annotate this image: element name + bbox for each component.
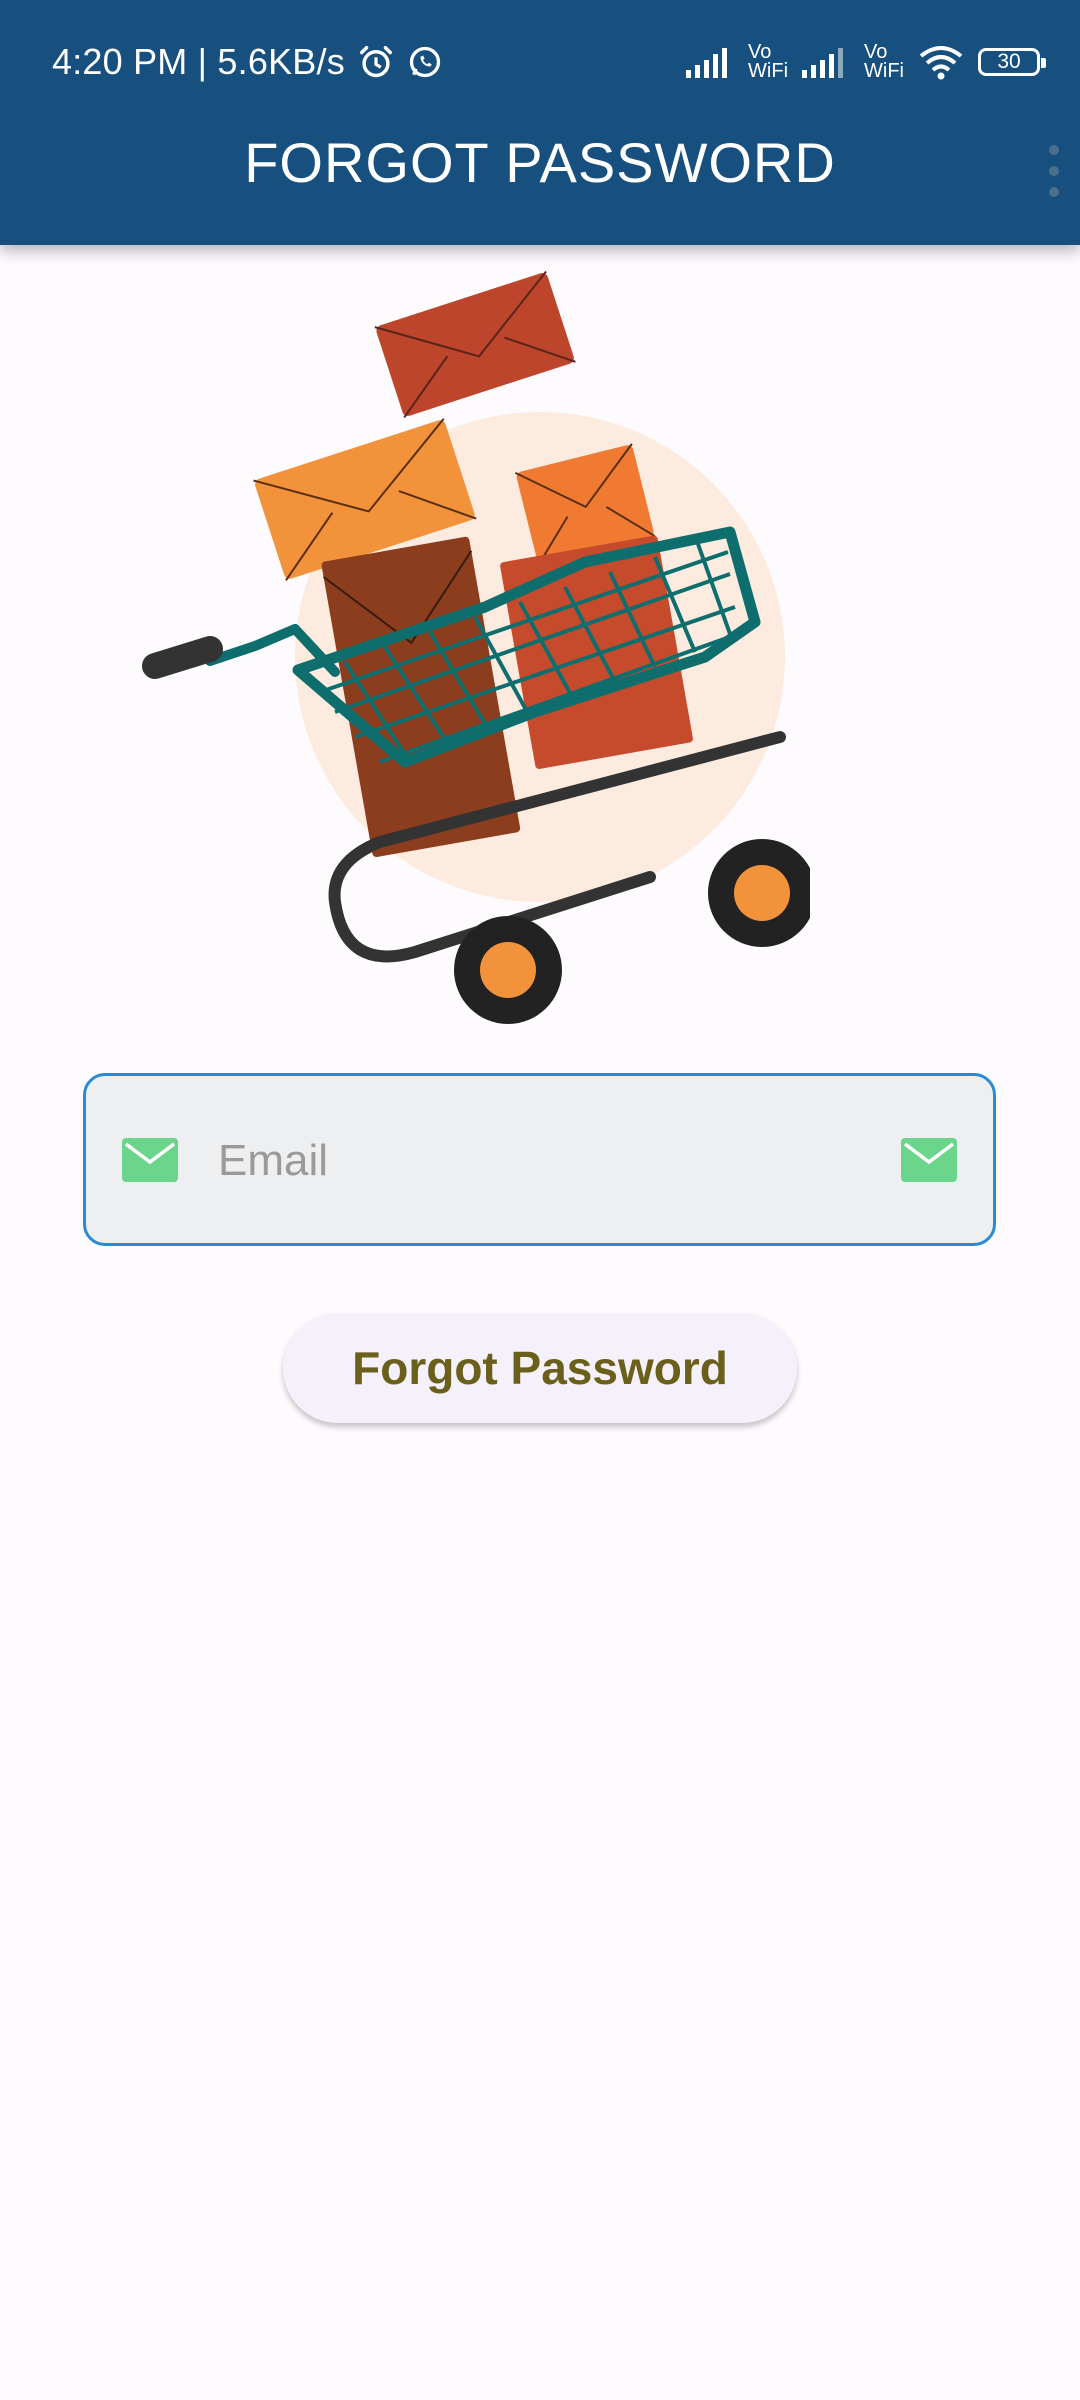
vowifi-bottom: WiFi bbox=[748, 60, 789, 82]
email-field[interactable] bbox=[83, 1073, 996, 1246]
mail-icon bbox=[122, 1138, 178, 1182]
status-right: Vo WiFi Vo WiFi 30 bbox=[686, 36, 1046, 88]
signal-icon bbox=[686, 48, 728, 78]
time-and-speed: 4:20 PM | 5.6KB/s bbox=[52, 41, 345, 82]
page-title: FORGOT PASSWORD bbox=[244, 131, 836, 194]
mail-icon bbox=[901, 1138, 957, 1182]
signal-icon bbox=[802, 48, 844, 78]
vowifi-label: Vo WiFi bbox=[748, 42, 789, 82]
cart-grip bbox=[142, 636, 223, 679]
alarm-icon bbox=[359, 46, 392, 78]
app-bar: 4:20 PM | 5.6KB/s Vo WiFi Vo WiFi 30 FOR… bbox=[0, 0, 1080, 245]
email-input[interactable] bbox=[216, 1076, 860, 1245]
shopping-cart-illustration bbox=[142, 270, 810, 1024]
wifi-icon bbox=[919, 46, 963, 80]
vowifi-bottom: WiFi bbox=[864, 60, 904, 82]
more-vert-icon[interactable] bbox=[1048, 145, 1060, 197]
status-bar: 4:20 PM | 5.6KB/s Vo WiFi Vo WiFi 30 bbox=[0, 0, 1080, 120]
battery-level: 30 bbox=[997, 50, 1021, 73]
forgot-password-button[interactable]: Forgot Password bbox=[283, 1313, 797, 1423]
envelope-top bbox=[374, 270, 576, 419]
whatsapp-icon bbox=[409, 46, 441, 78]
status-left: 4:20 PM | 5.6KB/s bbox=[52, 36, 443, 88]
vowifi-label: Vo WiFi bbox=[864, 42, 904, 82]
battery-icon: 30 bbox=[978, 48, 1046, 76]
cart-wheel-back bbox=[708, 839, 810, 947]
cart-wheel-front bbox=[454, 916, 562, 1024]
